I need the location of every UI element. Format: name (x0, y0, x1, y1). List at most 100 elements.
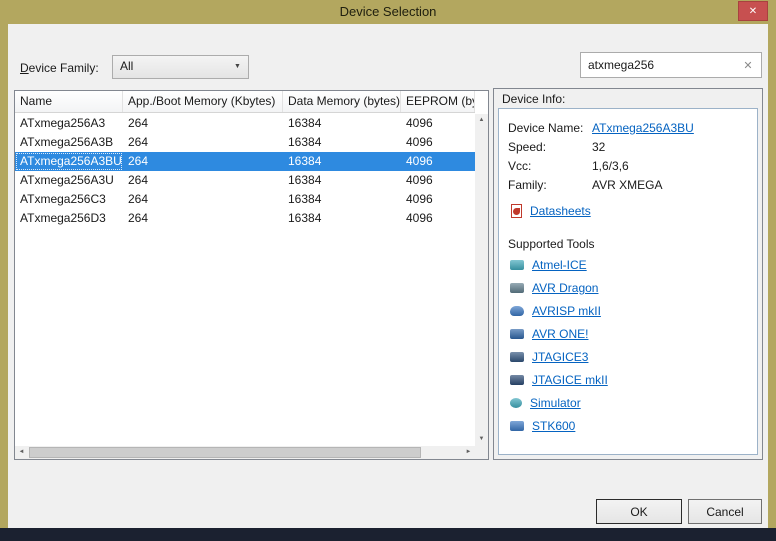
cell-datamem: 16384 (283, 209, 401, 228)
titlebar[interactable]: Device Selection ✕ (0, 0, 776, 24)
close-button[interactable]: ✕ (738, 1, 768, 21)
column-header-eeprom[interactable]: EEPROM (bytes) (401, 91, 475, 112)
cell-datamem: 16384 (283, 114, 401, 133)
jtagice3-icon (510, 352, 524, 362)
field-label: Family: (508, 176, 592, 195)
table-row[interactable]: ATxmega256D3 264 16384 4096 (15, 209, 475, 228)
cell-eeprom: 4096 (401, 133, 475, 152)
avr-dragon-icon (510, 283, 524, 293)
tool-item-avr-one: AVR ONE! (508, 326, 748, 342)
tool-item-jtagice-mkii: JTAGICE mkII (508, 372, 748, 388)
tool-item-jtagice3: JTAGICE3 (508, 349, 748, 365)
scroll-right-icon[interactable]: ► (462, 446, 475, 459)
tool-item-atmel-ice: Atmel-ICE (508, 257, 748, 273)
window-bottom-edge (0, 528, 776, 541)
tool-link[interactable]: AVRISP mkII (532, 304, 601, 318)
column-header-appboot[interactable]: App./Boot Memory (Kbytes) (123, 91, 283, 112)
cell-name: ATxmega256A3B (15, 133, 123, 152)
table-row[interactable]: ATxmega256C3 264 16384 4096 (15, 190, 475, 209)
device-family-label: Device Family: (20, 61, 99, 75)
device-family-dropdown[interactable]: All ▼ (112, 55, 249, 79)
chevron-down-icon[interactable]: ▼ (229, 58, 246, 76)
tool-item-simulator: Simulator (508, 395, 748, 411)
datasheets-link[interactable]: Datasheets (530, 204, 591, 218)
table-body: ATxmega256A3 264 16384 4096 ATxmega256A3… (15, 114, 475, 446)
field-family: Family: AVR XMEGA (508, 176, 748, 195)
cell-datamem: 16384 (283, 133, 401, 152)
field-value: 32 (592, 138, 605, 157)
cell-name: ATxmega256D3 (15, 209, 123, 228)
cell-eeprom: 4096 (401, 209, 475, 228)
cell-appboot: 264 (123, 152, 283, 171)
device-table: Name App./Boot Memory (Kbytes) Data Memo… (14, 90, 489, 460)
device-name-link[interactable]: ATxmega256A3BU (592, 119, 694, 138)
tool-item-stk600: STK600 (508, 418, 748, 434)
cell-appboot: 264 (123, 114, 283, 133)
horizontal-scrollbar[interactable]: ◄ ► (15, 446, 475, 459)
horizontal-scroll-thumb[interactable] (29, 447, 421, 458)
field-label: Vcc: (508, 157, 592, 176)
tool-link[interactable]: STK600 (532, 419, 575, 433)
supported-tools-title: Supported Tools (508, 237, 748, 251)
device-info-title: Device Info: (502, 92, 565, 106)
pdf-icon (511, 204, 522, 218)
table-row-selected[interactable]: ATxmega256A3BU 264 16384 4096 (15, 152, 475, 171)
tool-link[interactable]: Atmel-ICE (532, 258, 587, 272)
cell-name: ATxmega256A3 (15, 114, 123, 133)
table-row[interactable]: ATxmega256A3B 264 16384 4096 (15, 133, 475, 152)
search-clear-icon[interactable]: ✕ (740, 58, 756, 74)
cell-eeprom: 4096 (401, 171, 475, 190)
field-value: AVR XMEGA (592, 176, 662, 195)
cell-eeprom: 4096 (401, 114, 475, 133)
field-label: Speed: (508, 138, 592, 157)
atmel-ice-icon (510, 260, 524, 270)
ok-button[interactable]: OK (596, 499, 682, 524)
vertical-scrollbar[interactable]: ▲ ▼ (475, 114, 488, 446)
field-speed: Speed: 32 (508, 138, 748, 157)
jtagice-mkii-icon (510, 375, 524, 385)
scroll-left-icon[interactable]: ◄ (15, 446, 28, 459)
avrisp-mkii-icon (510, 306, 524, 316)
device-selection-dialog: Device Selection ✕ Device Family: All ▼ … (0, 0, 776, 541)
table-row[interactable]: ATxmega256A3 264 16384 4096 (15, 114, 475, 133)
window-title: Device Selection (0, 4, 776, 19)
field-device-name: Device Name: ATxmega256A3BU (508, 119, 748, 138)
tool-link[interactable]: Simulator (530, 396, 581, 410)
datasheets-row: Datasheets (508, 202, 748, 220)
table-row[interactable]: ATxmega256A3U 264 16384 4096 (15, 171, 475, 190)
column-header-name[interactable]: Name (15, 91, 123, 112)
cell-appboot: 264 (123, 133, 283, 152)
cell-appboot: 264 (123, 171, 283, 190)
tool-item-avr-dragon: AVR Dragon (508, 280, 748, 296)
cell-appboot: 264 (123, 190, 283, 209)
device-search-input[interactable] (581, 53, 735, 77)
cell-datamem: 16384 (283, 152, 401, 171)
device-info-box: Device Name: ATxmega256A3BU Speed: 32 Vc… (498, 108, 758, 455)
cell-name: ATxmega256C3 (15, 190, 123, 209)
device-info-panel: Device Info: Device Name: ATxmega256A3BU… (493, 88, 763, 460)
scroll-down-icon[interactable]: ▼ (475, 433, 488, 446)
cell-name: ATxmega256A3U (15, 171, 123, 190)
device-family-value: All (120, 59, 133, 73)
cell-datamem: 16384 (283, 171, 401, 190)
cell-appboot: 264 (123, 209, 283, 228)
stk600-icon (510, 421, 524, 431)
cell-datamem: 16384 (283, 190, 401, 209)
scrollbar-corner (475, 446, 488, 459)
scroll-up-icon[interactable]: ▲ (475, 114, 488, 127)
tool-link[interactable]: AVR ONE! (532, 327, 588, 341)
field-vcc: Vcc: 1,6/3,6 (508, 157, 748, 176)
cancel-button[interactable]: Cancel (688, 499, 762, 524)
tool-link[interactable]: JTAGICE mkII (532, 373, 608, 387)
table-header: Name App./Boot Memory (Kbytes) Data Memo… (15, 91, 475, 113)
cell-eeprom: 4096 (401, 152, 475, 171)
column-header-datamem[interactable]: Data Memory (bytes) (283, 91, 401, 112)
dialog-content: Device Family: All ▼ ✕ Name App./Boot Me… (8, 24, 768, 528)
cell-name: ATxmega256A3BU (15, 152, 123, 171)
device-search-box: ✕ (580, 52, 762, 78)
tool-link[interactable]: AVR Dragon (532, 281, 598, 295)
avr-one-icon (510, 329, 524, 339)
tool-link[interactable]: JTAGICE3 (532, 350, 588, 364)
tool-item-avrisp-mkii: AVRISP mkII (508, 303, 748, 319)
field-label: Device Name: (508, 119, 592, 138)
